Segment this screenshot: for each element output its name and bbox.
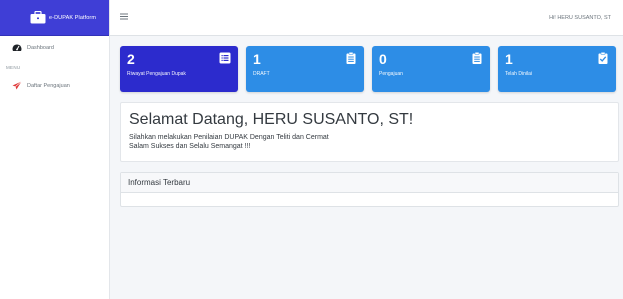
card-count: 1 [505,51,513,67]
sidebar-item-daftar-pengajuan[interactable]: Daftar Pengajuan [0,75,109,97]
menu-toggle-icon[interactable] [120,13,128,22]
welcome-title: Selamat Datang, HERU SUSANTO, ST! [129,111,414,128]
sidebar-item-label: Daftar Pengajuan [27,83,70,89]
card-count: 0 [379,51,387,67]
welcome-tagline: Salam Sukses dan Selalu Semangat !!! [129,143,251,150]
card-pengajuan[interactable]: 0 Pengajuan [372,46,490,92]
card-draft[interactable]: 1 DRAFT [246,46,364,92]
welcome-message: Silahkan melakukan Penilaian DUPAK Denga… [129,134,329,141]
welcome-panel: Selamat Datang, HERU SUSANTO, ST! Silahk… [120,102,619,162]
tachometer-icon [12,39,22,57]
user-greeting[interactable]: Hi! HERU SUSANTO, ST [549,15,611,21]
topbar: Hi! HERU SUSANTO, ST [110,0,623,36]
paper-plane-icon [12,77,22,95]
card-label: Pengajuan [379,71,403,77]
clipboard-check-icon [597,51,609,64]
sidebar-item-dashboard[interactable]: Dashboard [0,37,109,59]
stat-cards: 2 Riwayat Pengajuan Dupak 1 DRAFT 0 Peng… [120,46,616,92]
card-telah-dinilai[interactable]: 1 Telah Dinilai [498,46,616,92]
brand-title: e-DUPAK Platform [49,14,97,21]
sidebar-item-label: Dashboard [27,45,54,51]
card-label: DRAFT [253,71,270,77]
clipboard-list-icon [345,51,357,64]
clipboard-list-icon [471,51,483,64]
card-count: 1 [253,51,261,67]
card-label: Riwayat Pengajuan Dupak [127,71,186,77]
sidebar-menu-header: MENU [6,64,21,70]
info-panel-title: Informasi Terbaru [121,173,618,193]
card-label: Telah Dinilai [505,71,532,77]
sidebar: e-DUPAK Platform Dashboard MENU Daftar P… [0,0,110,299]
briefcase-icon [30,11,46,24]
card-count: 2 [127,51,135,67]
brand-link[interactable]: e-DUPAK Platform [0,0,109,36]
list-icon [219,51,231,64]
info-panel: Informasi Terbaru [120,172,619,207]
card-riwayat-pengajuan[interactable]: 2 Riwayat Pengajuan Dupak [120,46,238,92]
